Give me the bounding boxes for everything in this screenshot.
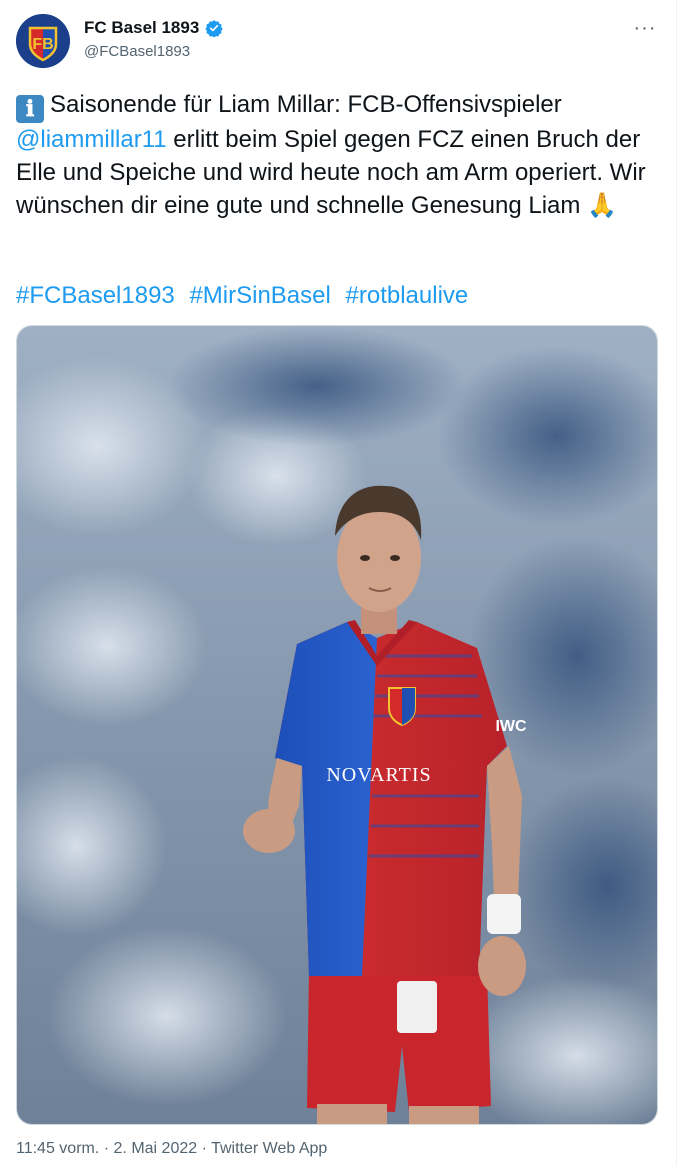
avatar[interactable]: FB [16,14,70,68]
mention-link[interactable]: @liammillar11 [16,126,167,153]
tweet-time[interactable]: 11:45 vorm. [16,1140,99,1157]
svg-text:FB: FB [32,36,53,53]
tweet-text-part1: Saisonende für Liam Millar: FCB-Offensiv… [50,91,562,118]
tweet-card: FB FC Basel 1893 @FCBasel1893 ··· ℹ Saiso… [0,0,677,1166]
tweet-date[interactable]: 2. Mai 2022 [114,1140,198,1157]
tweet-photo[interactable]: NOVARTIS IWC [16,325,658,1125]
tweet-text: ℹ Saisonende für Liam Millar: FCB-Offensi… [16,88,656,222]
more-options-icon[interactable]: ··· [628,18,662,42]
hashtag-link[interactable]: #FCBasel1893 [16,282,175,309]
hashtag-link[interactable]: #MirSinBasel [189,282,330,309]
hashtag-row: #FCBasel1893 #MirSinBasel #rotblaulive [16,279,476,312]
tweet-source[interactable]: Twitter Web App [211,1140,327,1157]
author-handle[interactable]: @FCBasel1893 [84,43,190,60]
author-name-row[interactable]: FC Basel 1893 [84,18,223,38]
hashtag-link[interactable]: #rotblaulive [346,282,469,309]
tweet-metadata: 11:45 vorm. · 2. Mai 2022 · Twitter Web … [16,1140,327,1158]
jersey-sponsor-text: NOVARTIS [326,764,431,786]
verified-badge-icon [205,20,223,37]
separator: · [103,1140,110,1157]
praying-hands-emoji: 🙏 [587,192,617,219]
display-name[interactable]: FC Basel 1893 [84,18,199,38]
information-icon: ℹ [16,95,44,123]
jersey-sleeve-text: IWC [495,718,527,735]
separator: · [201,1140,207,1157]
